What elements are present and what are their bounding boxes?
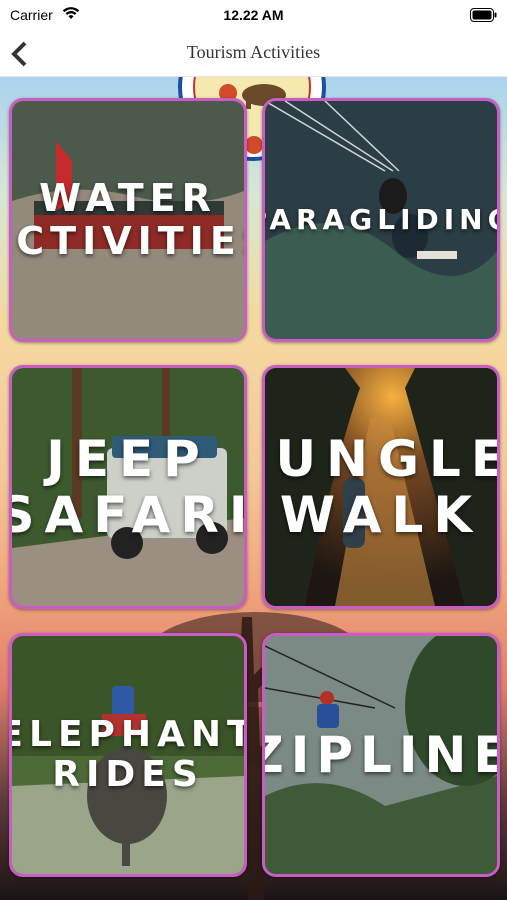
activity-card-jeep-safari[interactable]: JEEP SAFARI xyxy=(9,365,247,609)
battery-icon xyxy=(470,8,497,22)
activity-card-zipline[interactable]: ZIPLINE xyxy=(262,633,500,877)
activity-label: JUNGLE WALK xyxy=(265,430,497,544)
activities-screen: WATER ACTIVITIES PARAGLIDING JEEP SAFARI xyxy=(0,77,507,900)
activity-label: ZIPLINE xyxy=(265,726,500,784)
activity-card-water-activities[interactable]: WATER ACTIVITIES xyxy=(9,98,247,342)
activity-label: JEEP SAFARI xyxy=(9,430,247,544)
clock: 12.22 AM xyxy=(223,7,284,23)
activity-label: ELEPHANT RIDES xyxy=(9,713,247,795)
activity-card-paragliding[interactable]: PARAGLIDING xyxy=(262,98,500,342)
page-title: Tourism Activities xyxy=(186,42,321,62)
activity-label: WATER ACTIVITIES xyxy=(12,176,244,263)
activity-label: PARAGLIDING xyxy=(265,203,497,237)
activity-card-jungle-walk[interactable]: JUNGLE WALK xyxy=(262,365,500,609)
activity-card-elephant-rides[interactable]: ELEPHANT RIDES xyxy=(9,633,247,877)
status-bar: Carrier 12.22 AM xyxy=(0,0,507,32)
navigation-bar: Tourism Activities xyxy=(0,32,507,77)
